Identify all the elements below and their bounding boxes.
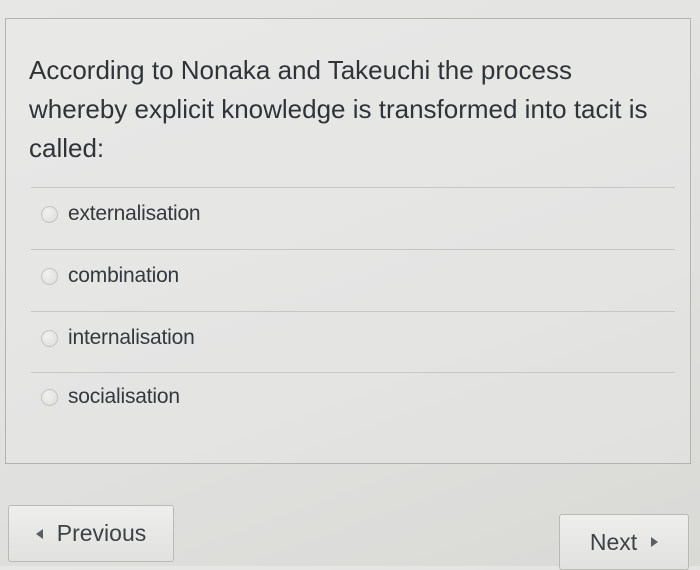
option-label: externalisation [68, 202, 201, 225]
option-externalisation[interactable]: externalisation [41, 199, 201, 229]
radio-icon[interactable] [41, 388, 58, 406]
divider [31, 249, 675, 250]
previous-button[interactable]: Previous [8, 505, 174, 562]
question-text: According to Nonaka and Takeuchi the pro… [29, 55, 648, 163]
radio-icon[interactable] [41, 205, 58, 223]
next-label: Next [589, 528, 638, 555]
question-card: According to Nonaka and Takeuchi the pro… [5, 18, 691, 464]
option-label: internalisation [68, 326, 195, 349]
radio-icon[interactable] [41, 329, 58, 347]
divider [31, 372, 675, 373]
caret-right-icon [651, 537, 659, 547]
divider [31, 311, 675, 312]
option-internalisation[interactable]: internalisation [41, 323, 195, 353]
option-label: combination [68, 264, 180, 287]
radio-icon[interactable] [41, 267, 58, 285]
caret-left-icon [35, 528, 43, 539]
previous-label: Previous [56, 520, 147, 546]
divider [31, 187, 675, 188]
option-socialisation[interactable]: socialisation [41, 382, 180, 412]
next-button[interactable]: Next [559, 514, 689, 570]
option-label: socialisation [68, 385, 180, 408]
option-combination[interactable]: combination [41, 261, 179, 291]
